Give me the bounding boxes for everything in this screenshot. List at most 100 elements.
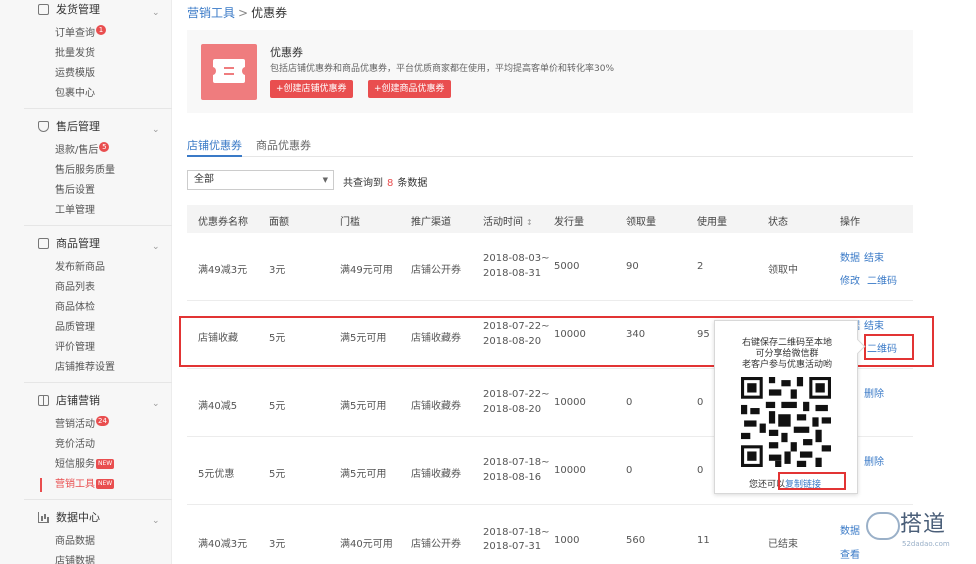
end-link[interactable]: 结束 (864, 249, 884, 264)
box-icon (38, 238, 49, 249)
data-link[interactable]: 数据 (840, 249, 860, 264)
qrcode-highlight-box (864, 334, 914, 360)
sidebar-section-header[interactable]: 店铺营销 ⌄ (24, 391, 172, 411)
watermark: 搭道 52dadao.com (862, 504, 972, 560)
breadcrumb-parent-link[interactable]: 营销工具 (187, 6, 235, 20)
table-header: 优惠券名称 面额 门槛 推广渠道 活动时间 ↕ 发行量 领取量 使用量 状态 操作 (187, 205, 913, 233)
cell-threshold: 满5元可用 (340, 401, 387, 412)
document-icon (38, 4, 49, 15)
qrcode-link[interactable]: 二维码 (867, 272, 897, 287)
count-number: 8 (387, 178, 394, 189)
cell-status: 领取中 (768, 265, 798, 276)
section-title: 店铺营销 (56, 394, 100, 407)
qrcode-image[interactable] (741, 377, 831, 467)
delete-link[interactable]: 删除 (864, 385, 884, 400)
sidebar-item-quality[interactable]: 品质管理 (24, 318, 172, 338)
section-title: 数据中心 (56, 511, 100, 524)
new-badge: NEW (96, 479, 115, 489)
sidebar-item-goods-data[interactable]: 商品数据 (24, 532, 172, 552)
col-header-name: 优惠券名称 (198, 217, 248, 228)
cell-issued: 1000 (554, 535, 580, 546)
sidebar-item-campaigns[interactable]: 营销活动 24 (24, 415, 172, 435)
promo-description: 包括店铺优惠券和商品优惠券，平台优质商家都在使用，平均提高客单价和转化率30% (270, 64, 615, 74)
cell-used: 0 (697, 465, 704, 476)
new-badge: NEW (96, 459, 115, 469)
sidebar-item-batch-ship[interactable]: 批量发货 (24, 44, 172, 64)
delete-link[interactable]: 删除 (864, 453, 884, 468)
col-header-used: 使用量 (697, 217, 727, 228)
tab-shop-coupon[interactable]: 店铺优惠券 (187, 137, 242, 157)
breadcrumb: 营销工具 > 优惠券 (187, 4, 287, 21)
divider (24, 382, 172, 383)
sidebar-item-recommend[interactable]: 店铺推荐设置 (24, 358, 172, 378)
view-link[interactable]: 查看 (840, 546, 860, 561)
filter-selected-value: 全部 (194, 174, 214, 185)
col-header-issued: 发行量 (554, 217, 584, 228)
result-count: 共查询到 8 条数据 (343, 174, 427, 189)
cell-received: 0 (626, 465, 633, 476)
sidebar-item-service-quality[interactable]: 售后服务质量 (24, 161, 172, 181)
sidebar-section-header[interactable]: 商品管理 ⌄ (24, 234, 172, 254)
sidebar-item-shipping-template[interactable]: 运费模版 (24, 64, 172, 84)
col-header-status: 状态 (768, 217, 788, 228)
sidebar-section-header[interactable]: 售后管理 ⌄ (24, 117, 172, 137)
chevron-down-icon[interactable]: ⌄ (152, 3, 160, 23)
sidebar-item-sms[interactable]: 短信服务 NEW (24, 455, 172, 475)
cell-amount: 5元 (269, 469, 286, 480)
sidebar-item-refund[interactable]: 退款/售后 5 (24, 141, 172, 161)
sidebar-item-package-center[interactable]: 包裹中心 (24, 84, 172, 104)
watermark-url: 52dadao.com (902, 540, 950, 548)
chevron-down-icon[interactable]: ⌄ (152, 511, 160, 531)
cell-start-date: 2018-08-03~ (483, 253, 550, 264)
sidebar-section-marketing: 店铺营销 ⌄ 营销活动 24 竞价活动 短信服务 NEW 营销工具 NEW (24, 391, 172, 495)
sidebar-item-shop-data[interactable]: 店铺数据 (24, 552, 172, 564)
sidebar-item-order-query[interactable]: 订单查询 1 (24, 24, 172, 44)
qr-instruction-3: 老客户参与优惠活动哟 (741, 360, 832, 370)
header-label: 活动时间 (483, 217, 523, 228)
divider (24, 225, 172, 226)
sidebar-item-new-goods[interactable]: 发布新商品 (24, 258, 172, 278)
shield-icon (38, 121, 49, 132)
sidebar-section-header[interactable]: 发货管理 ⌄ (24, 0, 172, 20)
sidebar-item-aftersale-settings[interactable]: 售后设置 (24, 181, 172, 201)
cell-status: 已结束 (768, 539, 798, 550)
caret-down-icon: ▼ (322, 176, 328, 184)
coupon-intro-card: 优惠券 包括店铺优惠券和商品优惠券，平台优质商家都在使用，平均提高客单价和转化率… (187, 30, 913, 113)
table-row: 满49减3元 3元 满49元可用 店铺公开券 2018-08-03~ 2018-… (187, 233, 913, 301)
status-filter-select[interactable]: 全部 ▼ (187, 170, 334, 190)
chevron-down-icon[interactable]: ⌄ (152, 394, 160, 414)
cell-used: 11 (697, 535, 710, 546)
divider (24, 108, 172, 109)
section-title: 商品管理 (56, 237, 100, 250)
data-link[interactable]: 数据 (840, 522, 860, 537)
cell-start-date: 2018-07-22~ (483, 389, 550, 400)
sidebar-section-goods: 商品管理 ⌄ 发布新商品 商品列表 商品体检 品质管理 评价管理 店铺推荐设置 (24, 234, 172, 378)
table-row: 满40减3元 3元 满40元可用 店铺公开券 2018-07-18~ 2018-… (187, 505, 913, 564)
section-title: 发货管理 (56, 3, 100, 16)
cell-threshold: 满40元可用 (340, 539, 393, 550)
edit-link[interactable]: 修改 (840, 272, 860, 287)
count-suffix: 条数据 (397, 178, 428, 189)
coupon-ticket-icon (201, 44, 257, 100)
cell-used: 2 (697, 261, 704, 272)
chevron-down-icon[interactable]: ⌄ (152, 120, 160, 140)
col-header-time[interactable]: 活动时间 ↕ (483, 213, 533, 228)
create-shop-coupon-button[interactable]: +创建店铺优惠券 (270, 80, 353, 98)
sidebar-item-goods-list[interactable]: 商品列表 (24, 278, 172, 298)
watermark-text: 搭道 (900, 512, 947, 537)
tab-goods-coupon[interactable]: 商品优惠券 (256, 137, 311, 153)
create-goods-coupon-button[interactable]: +创建商品优惠券 (368, 80, 451, 98)
count-prefix: 共查询到 (343, 178, 383, 189)
col-header-channel: 推广渠道 (411, 217, 451, 228)
sidebar-item-ticket[interactable]: 工单管理 (24, 201, 172, 221)
item-label: 营销活动 (55, 419, 95, 430)
count-badge: 24 (96, 416, 109, 426)
sidebar-item-goods-check[interactable]: 商品体检 (24, 298, 172, 318)
cell-start-date: 2018-07-18~ (483, 527, 550, 538)
sidebar-item-bidding[interactable]: 竞价活动 (24, 435, 172, 455)
sidebar-section-header[interactable]: 数据中心 ⌄ (24, 508, 172, 528)
sidebar-item-marketing-tools[interactable]: 营销工具 NEW (24, 475, 172, 495)
chevron-down-icon[interactable]: ⌄ (152, 237, 160, 257)
copy-link-highlight-box (778, 472, 846, 490)
sidebar-item-reviews[interactable]: 评价管理 (24, 338, 172, 358)
